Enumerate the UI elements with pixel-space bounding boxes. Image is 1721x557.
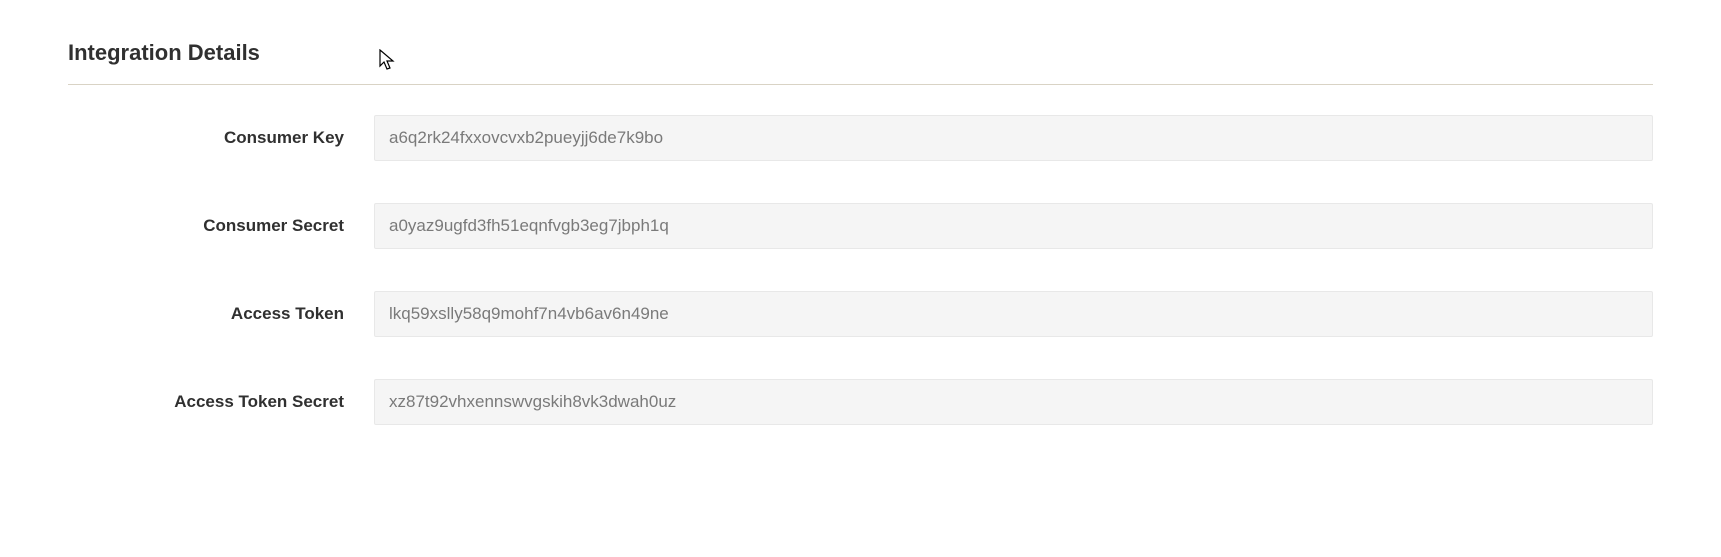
integration-details-section: Integration Details Consumer Key Consume… [68,40,1653,425]
access-token-secret-row: Access Token Secret [68,379,1653,425]
consumer-key-input[interactable] [374,115,1653,161]
access-token-secret-label: Access Token Secret [68,392,374,412]
section-title: Integration Details [68,40,1653,85]
access-token-input[interactable] [374,291,1653,337]
access-token-label: Access Token [68,304,374,324]
access-token-secret-input[interactable] [374,379,1653,425]
consumer-key-label: Consumer Key [68,128,374,148]
consumer-secret-input[interactable] [374,203,1653,249]
consumer-key-row: Consumer Key [68,115,1653,161]
consumer-secret-label: Consumer Secret [68,216,374,236]
access-token-row: Access Token [68,291,1653,337]
consumer-secret-row: Consumer Secret [68,203,1653,249]
